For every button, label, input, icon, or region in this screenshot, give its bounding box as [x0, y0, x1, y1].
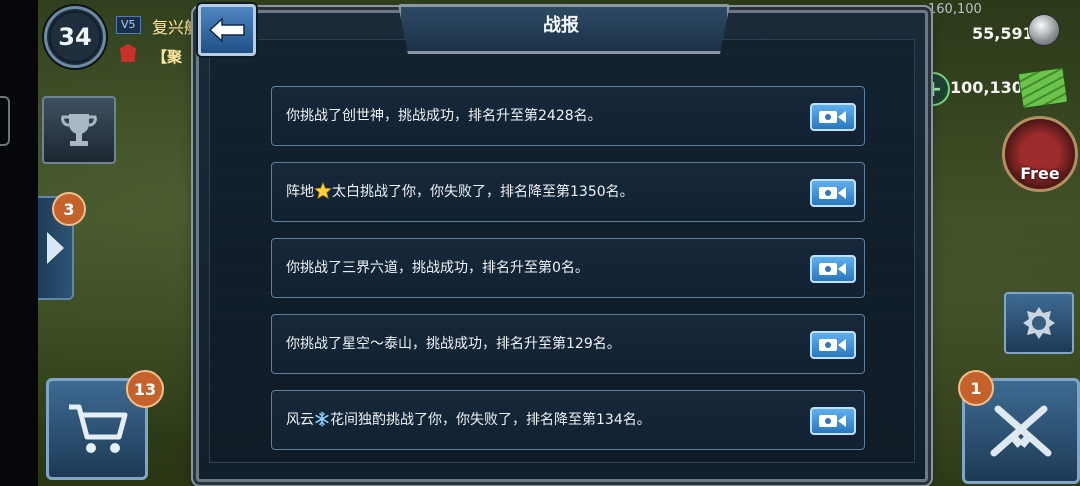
player-level: 34 — [58, 23, 92, 51]
trophy-button[interactable] — [42, 96, 116, 164]
chevron-right-icon — [47, 232, 64, 264]
replay-video-button[interactable] — [810, 103, 856, 131]
replay-video-button[interactable] — [810, 255, 856, 283]
report-row: 你挑战了三界六道，挑战成功，排名升至第0名。 — [271, 238, 865, 298]
report-text: 你挑战了创世神，挑战成功，排名升至第2428名。 — [286, 87, 602, 145]
replay-video-button[interactable] — [810, 331, 856, 359]
player-level-badge[interactable]: 34 — [44, 6, 106, 68]
guild-name: 【聚 — [152, 48, 183, 66]
side-menu-count-badge: 3 — [52, 192, 86, 226]
snowflake-icon — [315, 411, 329, 427]
video-camera-icon — [819, 263, 846, 275]
screen-edge — [0, 0, 38, 486]
report-text-suffix: 太白挑战了你，你失败了，排名降至第1350名。 — [332, 184, 634, 200]
side-handle[interactable] — [0, 96, 10, 146]
report-text-prefix: 风云 — [286, 412, 314, 428]
video-camera-icon — [819, 415, 846, 427]
report-text: 阵地 太白挑战了你，你失败了，排名降至第1350名。 — [286, 163, 634, 221]
report-row: 你挑战了创世神，挑战成功，排名升至第2428名。 — [271, 86, 865, 146]
star-icon — [313, 181, 333, 200]
report-row: 你挑战了星空～泰山，挑战成功，排名升至第129名。 — [271, 314, 865, 374]
report-text: 风云 花间独酌挑战了你，你失败了，排名降至第134名。 — [286, 391, 651, 449]
dialog-title: 战报 — [543, 15, 579, 36]
report-row: 风云 花间独酌挑战了你，你失败了，排名降至第134名。 — [271, 390, 865, 450]
crossed-rifles-icon — [990, 405, 1052, 457]
report-text-prefix: 阵地 — [286, 184, 314, 200]
medal-icon — [1023, 307, 1055, 339]
trophy-icon — [61, 114, 97, 146]
replay-video-button[interactable] — [810, 179, 856, 207]
cash-icon — [1017, 66, 1069, 110]
free-gift-label: Free — [1020, 164, 1060, 183]
medal-button[interactable] — [1004, 292, 1074, 354]
vip-badge: V5 — [116, 16, 141, 34]
coin-icon — [1028, 14, 1060, 46]
cart-icon — [69, 404, 128, 453]
replay-video-button[interactable] — [810, 407, 856, 435]
report-text: 你挑战了三界六道，挑战成功，排名升至第0名。 — [286, 239, 589, 297]
report-text-prefix: 你挑战了星空～泰山，挑战成功，排名升至第129名。 — [286, 336, 621, 352]
free-gift-button[interactable]: Free — [1002, 116, 1078, 192]
cash-value: 100,130 — [950, 78, 1023, 97]
video-camera-icon — [819, 339, 846, 351]
report-row: 阵地 太白挑战了你，你失败了，排名降至第1350名。 — [271, 162, 865, 222]
report-text-prefix: 你挑战了创世神，挑战成功，排名升至第2428名。 — [286, 108, 602, 124]
report-list: 你挑战了创世神，挑战成功，排名升至第2428名。 阵地 太白挑战了你，你失败了，排… — [271, 86, 865, 466]
coins-value: 55,591 — [972, 24, 1034, 43]
player-name: 复兴航 — [152, 18, 201, 37]
back-arrow-icon — [208, 17, 245, 43]
report-text-prefix: 你挑战了三界六道，挑战成功，排名升至第0名。 — [286, 260, 589, 276]
shop-count-badge: 13 — [126, 370, 164, 408]
report-text-suffix: 花间独酌挑战了你，你失败了，排名降至第134名。 — [330, 412, 651, 428]
back-button[interactable] — [198, 4, 256, 56]
attack-count-badge: 1 — [958, 370, 994, 406]
video-camera-icon — [819, 111, 846, 123]
report-text: 你挑战了星空～泰山，挑战成功，排名升至第129名。 — [286, 315, 621, 373]
video-camera-icon — [819, 187, 846, 199]
resource-capacity: 160,100 — [928, 2, 982, 17]
